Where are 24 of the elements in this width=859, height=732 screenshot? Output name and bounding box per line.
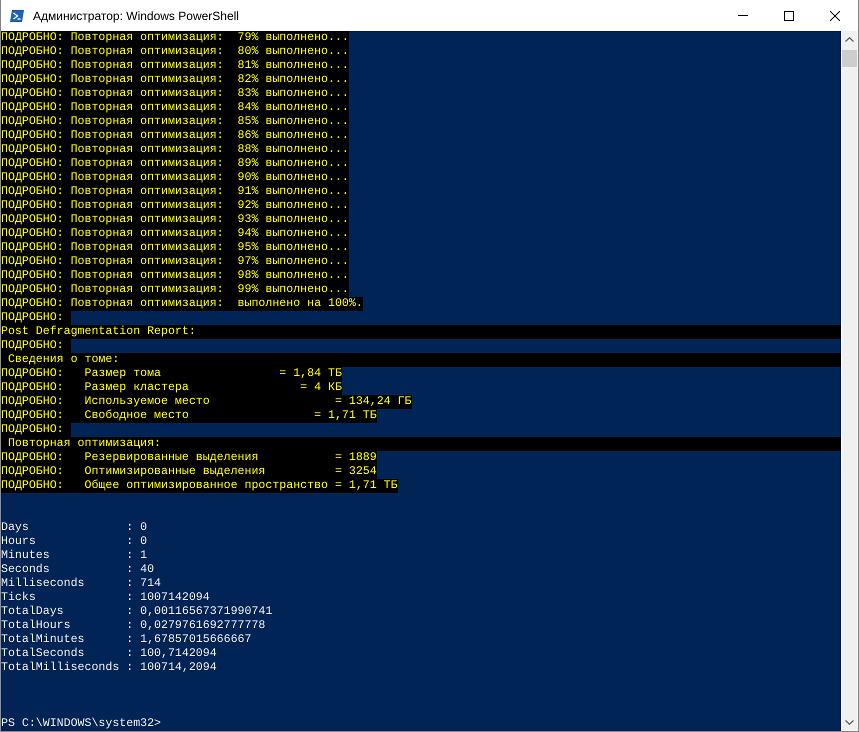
report-heading: Повторная оптимизация:	[1, 437, 841, 451]
command-prompt: PS C:\WINDOWS\system32>	[1, 717, 162, 731]
report-heading: Post Defragmentation Report:	[1, 325, 841, 339]
output-line: TotalMilliseconds : 100714,2094	[1, 661, 217, 675]
scrollbar[interactable]	[841, 31, 858, 731]
scroll-up-icon[interactable]	[845, 37, 854, 42]
maximize-icon	[784, 10, 794, 20]
output-line: TotalDays : 0,00116567371990741	[1, 605, 272, 619]
scroll-thumb[interactable]	[842, 50, 857, 67]
minimize-icon	[738, 15, 748, 16]
powershell-icon	[9, 8, 25, 24]
output-line: TotalMinutes : 1,67857015666667	[1, 633, 252, 647]
output-line: Milliseconds : 714	[1, 577, 162, 591]
output-line: Seconds : 40	[1, 563, 154, 577]
window-title: Администратор: Windows PowerShell	[33, 8, 239, 24]
output-line: Days : 0	[1, 521, 148, 535]
output-line: Minutes : 1	[1, 549, 148, 563]
output-line: Ticks : 1007142094	[1, 591, 210, 605]
output-line: TotalSeconds : 100,7142094	[1, 647, 217, 661]
scroll-down-icon[interactable]	[845, 720, 854, 725]
output-line: TotalHours : 0,0279761692777778	[1, 619, 266, 633]
output-line: Hours : 0	[1, 535, 148, 549]
close-icon	[830, 10, 840, 20]
report-heading: Сведения о томе:	[1, 353, 841, 367]
